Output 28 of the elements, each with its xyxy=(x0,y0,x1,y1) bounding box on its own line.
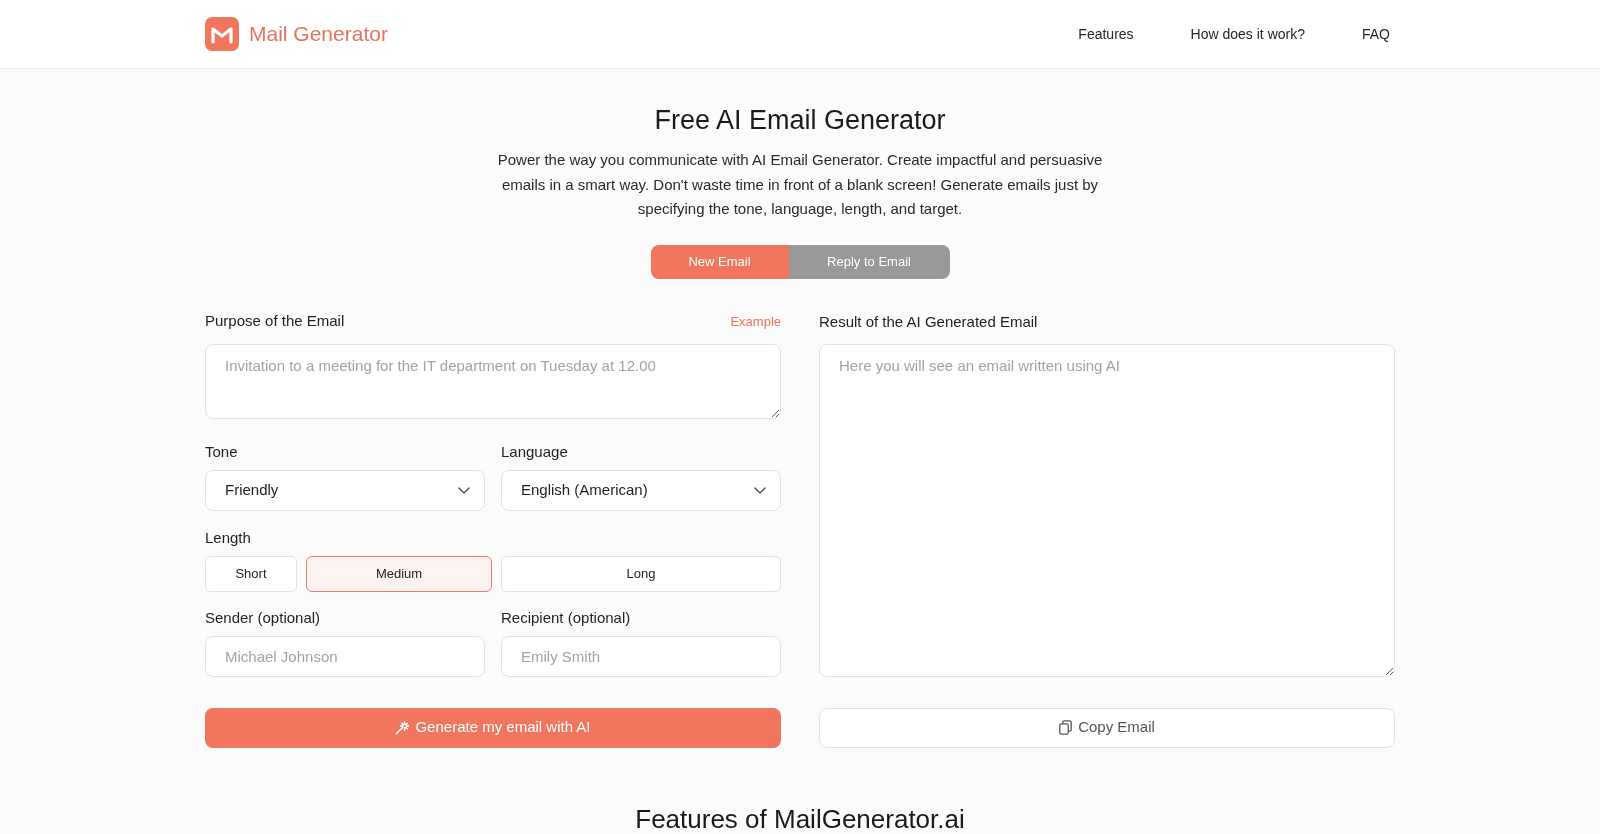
field-label: Purpose of the Email xyxy=(205,311,345,332)
copy-icon xyxy=(1059,720,1073,735)
field-label: Language xyxy=(501,441,569,462)
nav-link[interactable]: How does it work? xyxy=(1190,23,1305,45)
magic-wand-icon xyxy=(395,720,410,735)
length-option[interactable]: Long xyxy=(501,555,781,592)
nav-link[interactable]: Features xyxy=(1078,23,1134,45)
length-option[interactable]: Short xyxy=(205,555,297,592)
envelope-logo-icon xyxy=(205,17,239,51)
chevron-down-icon xyxy=(754,486,766,494)
field-label: Recipient (optional) xyxy=(501,607,632,628)
field-label: Sender (optional) xyxy=(205,607,322,628)
page-title: Free AI Email Generator xyxy=(653,104,947,137)
field-label: Tone xyxy=(205,441,239,462)
recipient-input[interactable]: Emily Smith xyxy=(501,635,781,677)
copy-email-button[interactable]: Copy Email xyxy=(819,707,1395,748)
tone-select[interactable]: Friendly xyxy=(205,469,485,511)
chevron-down-icon xyxy=(458,486,470,494)
language-select[interactable]: English (American) xyxy=(501,469,781,511)
nav-link[interactable]: FAQ xyxy=(1362,23,1390,45)
sender-input[interactable]: Michael Johnson xyxy=(205,635,485,677)
length-option[interactable]: Medium xyxy=(306,555,492,592)
page-description: Power the way you communicate with AI Email Generator. Create impactful and persuasive emails in a smart way. Don't waste time in front of a blank screen! Generate emails just by specifying the tone, language, length, and target. xyxy=(496,150,1104,219)
purpose-textarea[interactable]: Invitation to a meeting for the IT department on Tuesday at 12.00 xyxy=(205,343,781,419)
field-label: Length xyxy=(205,527,252,548)
result-textarea[interactable]: Here you will see an email written using AI xyxy=(819,343,1395,677)
section-heading: Features of MailGenerator.ai xyxy=(634,804,966,833)
field-label: Result of the AI Generated Email xyxy=(819,311,1039,332)
